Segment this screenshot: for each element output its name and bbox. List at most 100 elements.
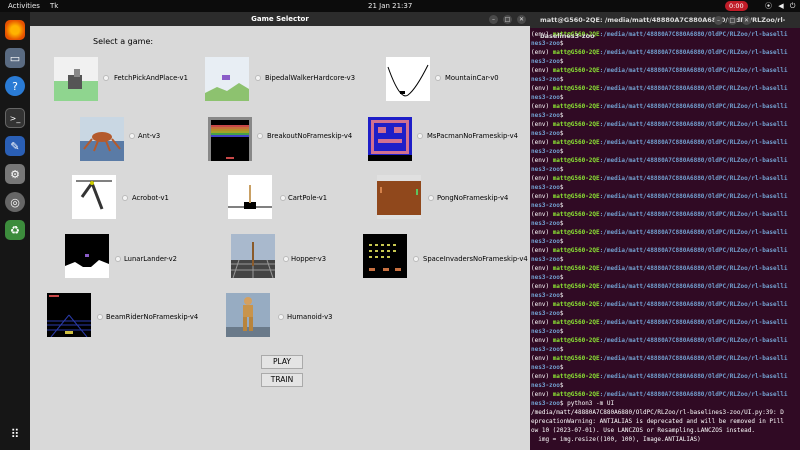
terminal-prompt-line: nes3-zoo$ xyxy=(531,364,564,371)
game-label-ant[interactable]: Ant-v3 xyxy=(138,132,160,140)
window-title: Game Selector xyxy=(251,15,309,23)
game-radio-bipedal[interactable] xyxy=(255,75,261,81)
terminal-output[interactable]: (env) matt@G560-2QE:/media/matt/48880A7C… xyxy=(530,28,800,444)
pong-thumbnail xyxy=(377,175,421,219)
game-label-fetch[interactable]: FetchPickAndPlace-v1 xyxy=(114,74,188,82)
terminal-window: matt@G560-2QE: /media/matt/48880A7C880A6… xyxy=(530,12,800,450)
trash-icon[interactable]: ♻ xyxy=(5,220,25,240)
select-prompt: Select a game: xyxy=(93,37,154,46)
clock[interactable]: 21 Jan 21:37 xyxy=(368,0,412,12)
lunarlander-thumbnail xyxy=(65,234,109,278)
terminal-close-button[interactable]: ✕ xyxy=(742,16,751,25)
game-radio-lunarlander[interactable] xyxy=(115,256,121,262)
game-label-hopper[interactable]: Hopper-v3 xyxy=(291,255,326,263)
terminal-prompt-line: (env) matt@G560-2QE:/media/matt/48880A7C… xyxy=(531,139,788,146)
maximize-button[interactable]: □ xyxy=(503,15,512,24)
window-titlebar: Game Selector – □ ✕ xyxy=(30,12,530,26)
firefox-icon[interactable] xyxy=(5,20,25,40)
acrobot-thumbnail xyxy=(72,175,116,219)
terminal-prompt-line: (env) matt@G560-2QE:/media/matt/48880A7C… xyxy=(531,373,788,380)
humanoid-thumbnail xyxy=(226,293,270,337)
recording-indicator[interactable]: 0:00 xyxy=(725,1,748,11)
terminal-warning-line: eprecationWarning: ANTIALIAS is deprecat… xyxy=(531,418,784,425)
play-button[interactable]: PLAY xyxy=(261,355,303,369)
top-bar: Activities Tk 21 Jan 21:37 0:00 ⦿ ◀ ⏻ xyxy=(0,0,800,12)
game-radio-mountaincar[interactable] xyxy=(435,75,441,81)
terminal-prompt-line: (env) matt@G560-2QE:/media/matt/48880A7C… xyxy=(531,193,788,200)
terminal-prompt-line: nes3-zoo$ xyxy=(531,94,564,101)
activities-button[interactable]: Activities xyxy=(8,0,40,12)
terminal-prompt-line: nes3-zoo$ xyxy=(531,220,564,227)
cartpole-thumbnail xyxy=(228,175,272,219)
game-radio-beamrider[interactable] xyxy=(97,314,103,320)
bipedal-thumbnail xyxy=(205,57,249,101)
terminal-prompt-line: nes3-zoo$ xyxy=(531,184,564,191)
terminal-maximize-button[interactable]: □ xyxy=(728,16,737,25)
terminal-prompt-line: (env) matt@G560-2QE:/media/matt/48880A7C… xyxy=(531,355,788,362)
terminal-prompt-line: (env) matt@G560-2QE:/media/matt/48880A7C… xyxy=(531,175,788,182)
terminal-warning-line: img = img.resize((100, 100), Image.ANTIA… xyxy=(531,436,701,443)
terminal-minimize-button[interactable]: – xyxy=(714,16,723,25)
game-label-beamrider[interactable]: BeamRiderNoFrameskip-v4 xyxy=(106,313,198,321)
train-button[interactable]: TRAIN xyxy=(261,373,303,387)
text-editor-icon[interactable]: ✎ xyxy=(5,136,25,156)
terminal-prompt-line: nes3-zoo$ xyxy=(531,274,564,281)
game-label-pong[interactable]: PongNoFrameskip-v4 xyxy=(437,194,508,202)
fetch-thumbnail xyxy=(54,57,98,101)
close-button[interactable]: ✕ xyxy=(517,15,526,24)
game-radio-humanoid[interactable] xyxy=(278,314,284,320)
dock: ▭ ? >_ ✎ ⚙ ◎ ♻ ⠿ xyxy=(0,12,30,450)
game-radio-fetch[interactable] xyxy=(103,75,109,81)
terminal-prompt-line: nes3-zoo$ xyxy=(531,346,564,353)
game-label-mountaincar[interactable]: MountainCar-v0 xyxy=(445,74,499,82)
settings-icon[interactable]: ⚙ xyxy=(5,164,25,184)
game-radio-cartpole[interactable] xyxy=(280,195,286,201)
game-label-mspacman[interactable]: MsPacmanNoFrameskip-v4 xyxy=(427,132,518,140)
terminal-warning-line: ow 10 (2023-07-01). Use LANCZOS or Resam… xyxy=(531,427,755,434)
game-radio-hopper[interactable] xyxy=(283,256,289,262)
game-label-spaceinvaders[interactable]: SpaceInvadersNoFrameskip-v4 xyxy=(423,255,528,263)
terminal-prompt-line: nes3-zoo$ xyxy=(531,58,564,65)
terminal-prompt-line: (env) matt@G560-2QE:/media/matt/48880A7C… xyxy=(531,85,788,92)
game-radio-breakout[interactable] xyxy=(257,133,263,139)
terminal-prompt-line: nes3-zoo$ xyxy=(531,202,564,209)
terminal-titlebar: matt@G560-2QE: /media/matt/48880A7C880A6… xyxy=(530,12,800,40)
game-label-cartpole[interactable]: CartPole-v1 xyxy=(288,194,327,202)
game-label-bipedal[interactable]: BipedalWalkerHardcore-v3 xyxy=(265,74,355,82)
terminal-prompt-line: (env) matt@G560-2QE:/media/matt/48880A7C… xyxy=(531,67,788,74)
game-radio-ant[interactable] xyxy=(129,133,135,139)
mountaincar-thumbnail xyxy=(386,57,430,101)
minimize-button[interactable]: – xyxy=(489,15,498,24)
app-menu[interactable]: Tk xyxy=(50,0,58,12)
terminal-prompt-line: (env) matt@G560-2QE:/media/matt/48880A7C… xyxy=(531,157,788,164)
game-radio-mspacman[interactable] xyxy=(417,133,423,139)
game-radio-spaceinvaders[interactable] xyxy=(413,256,419,262)
terminal-prompt-line: nes3-zoo$ xyxy=(531,112,564,119)
ant-thumbnail xyxy=(80,117,124,161)
game-label-breakout[interactable]: BreakoutNoFrameskip-v4 xyxy=(267,132,352,140)
spaceinvaders-thumbnail xyxy=(363,234,407,278)
mspacman-thumbnail xyxy=(368,117,412,161)
terminal-prompt-line: (env) matt@G560-2QE:/media/matt/48880A7C… xyxy=(531,391,788,398)
disk-icon[interactable]: ◎ xyxy=(5,192,25,212)
terminal-icon[interactable]: >_ xyxy=(5,108,25,128)
terminal-prompt-line: (env) matt@G560-2QE:/media/matt/48880A7C… xyxy=(531,211,788,218)
terminal-prompt-line: (env) matt@G560-2QE:/media/matt/48880A7C… xyxy=(531,103,788,110)
game-radio-acrobot[interactable] xyxy=(122,195,128,201)
terminal-prompt-line: nes3-zoo$ xyxy=(531,256,564,263)
terminal-prompt-line: nes3-zoo$ xyxy=(531,238,564,245)
terminal-prompt-line: nes3-zoo$ xyxy=(531,292,564,299)
game-radio-pong[interactable] xyxy=(428,195,434,201)
files-icon[interactable]: ▭ xyxy=(5,48,25,68)
terminal-prompt-line: nes3-zoo$ xyxy=(531,148,564,155)
game-label-lunarlander[interactable]: LunarLander-v2 xyxy=(124,255,177,263)
terminal-prompt-line: (env) matt@G560-2QE:/media/matt/48880A7C… xyxy=(531,301,788,308)
terminal-prompt-line: (env) matt@G560-2QE:/media/matt/48880A7C… xyxy=(531,283,788,290)
game-label-humanoid[interactable]: Humanoid-v3 xyxy=(287,313,333,321)
show-apps-icon[interactable]: ⠿ xyxy=(5,424,25,444)
terminal-prompt-line: nes3-zoo$ xyxy=(531,382,564,389)
help-icon[interactable]: ? xyxy=(5,76,25,96)
breakout-thumbnail xyxy=(208,117,252,161)
game-label-acrobot[interactable]: Acrobot-v1 xyxy=(132,194,169,202)
system-menu[interactable]: ⦿ ◀ ⏻ xyxy=(765,0,797,12)
